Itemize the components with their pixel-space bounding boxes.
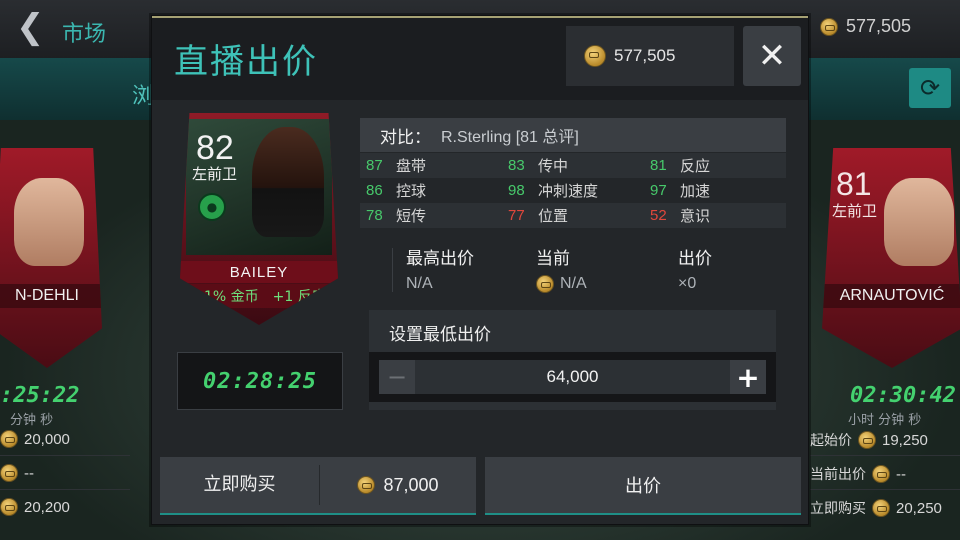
plus-icon: + (736, 360, 760, 394)
coin-icon (872, 465, 890, 483)
stats-row: 86 控球 98 冲刺速度 97 加速 (360, 178, 786, 203)
stat-reactions: 81 反应 (650, 157, 711, 175)
player-name: BAILEY (180, 261, 338, 283)
compare-selector[interactable]: 对比： R.Sterling [81 总评] (360, 118, 786, 152)
left-timer-units: 分钟 秒 (10, 413, 54, 428)
right-player-photo (884, 178, 954, 266)
back-arrow-icon[interactable]: ❮ (16, 10, 45, 44)
min-bid-panel: 设置最低出价 − 64,000 + (369, 310, 776, 410)
divider (810, 455, 960, 456)
min-bid-label: 设置最低出价 (389, 325, 491, 345)
right-player-name: ARNAUTOVIĆ (822, 284, 960, 308)
coin-icon (0, 464, 18, 482)
divider (810, 489, 960, 490)
stats-table: 87 盘带 83 传中 81 反应 86 控球 98 冲刺速度 97 加速 78 短传 77 位… (360, 153, 786, 229)
stat-positioning: 77 位置 (508, 207, 569, 225)
coin-balance-value: 577,505 (614, 46, 676, 65)
left-row-start-price: 20,000 (0, 430, 70, 448)
coin-icon (0, 498, 18, 516)
compare-label: 对比： (380, 127, 431, 148)
highest-bid: 最高出价 N/A (406, 249, 474, 292)
bid-button[interactable]: 出价 (485, 457, 801, 515)
bonus-stat: +1 反应 (272, 289, 326, 305)
close-icon: ✕ (757, 36, 787, 76)
close-button[interactable]: ✕ (743, 26, 801, 86)
right-player-position: 左前卫 (832, 202, 878, 220)
player-rating: 82 (196, 129, 234, 167)
card-bonus: +1% 金币 +1 反应 (180, 284, 338, 308)
stat-vision: 52 意识 (650, 207, 711, 225)
bid-amount-stepper: − 64,000 + (369, 352, 776, 402)
live-bid-dialog: 直播出价 577,505 ✕ 82 左前卫 ● BAILEY +1% 金币 +1… (151, 15, 809, 525)
right-row-buy-now: 立即购买 20,250 (810, 499, 942, 517)
left-player-name: N-DEHLI (0, 284, 102, 308)
right-timer: 02:30:42 (850, 383, 956, 408)
right-row-start-price: 起始价 19,250 (810, 431, 928, 449)
stat-short-passing: 78 短传 (366, 207, 427, 225)
stat-crossing: 83 传中 (508, 157, 569, 175)
left-timer: :25:22 (0, 383, 80, 408)
coin-icon (872, 499, 890, 517)
right-player-card[interactable]: 81 左前卫 ARNAUTOVIĆ (822, 148, 960, 368)
coin-icon (858, 431, 876, 449)
buy-now-price: 87,000 (320, 475, 476, 496)
auction-timer: 02:28:25 (177, 352, 343, 410)
bid-info: 最高出价 N/A 当前 N/A 出价 ×0 (392, 244, 782, 308)
buy-now-label: 立即购买 (160, 465, 320, 505)
stats-row: 87 盘带 83 传中 81 反应 (360, 153, 786, 178)
coin-icon (536, 275, 554, 293)
coin-icon (584, 45, 606, 67)
increase-bid-button[interactable]: + (730, 360, 766, 394)
buy-now-button[interactable]: 立即购买 87,000 (160, 457, 476, 515)
club-badge-icon: ● (198, 193, 226, 221)
coin-icon (357, 476, 376, 494)
right-player-rating: 81 (836, 166, 872, 202)
divider (0, 455, 130, 456)
market-title: 市场 (62, 22, 107, 47)
refresh-icon[interactable]: ⟳ (909, 68, 951, 108)
right-row-current-bid: 当前出价 -- (810, 465, 906, 483)
left-row-buy-now: 20,200 (0, 498, 70, 516)
current-bid: 当前 N/A (536, 249, 587, 293)
minus-icon: − (386, 363, 408, 391)
stats-row: 78 短传 77 位置 52 意识 (360, 203, 786, 228)
coin-icon (0, 430, 18, 448)
left-player-photo (14, 178, 84, 266)
decrease-bid-button[interactable]: − (379, 360, 415, 394)
bonus-coins: +1% 金币 (192, 289, 259, 305)
left-row-current-bid: -- (0, 464, 34, 482)
coin-balance: 577,505 (566, 26, 734, 86)
background-coin-balance: 577,505 (820, 16, 911, 37)
dialog-title: 直播出价 (174, 42, 318, 82)
compare-target: R.Sterling [81 总评] (441, 129, 579, 146)
stat-ball-control: 86 控球 (366, 182, 427, 200)
bid-amount-field[interactable]: 64,000 (415, 360, 730, 394)
stat-sprint-speed: 98 冲刺速度 (508, 182, 599, 200)
divider (0, 489, 130, 490)
left-player-card[interactable]: N-DEHLI (0, 148, 102, 368)
stat-acceleration: 97 加速 (650, 182, 711, 200)
player-position: 左前卫 (192, 165, 238, 183)
bid-count: 出价 ×0 (678, 249, 712, 292)
player-photo (252, 127, 324, 237)
player-card: 82 左前卫 ● BAILEY +1% 金币 +1 反应 (180, 113, 338, 325)
coin-icon (820, 17, 838, 36)
right-timer-units: 小时 分钟 秒 (848, 413, 922, 428)
background-coin-value: 577,505 (846, 16, 912, 36)
stat-dribbling: 87 盘带 (366, 157, 427, 175)
